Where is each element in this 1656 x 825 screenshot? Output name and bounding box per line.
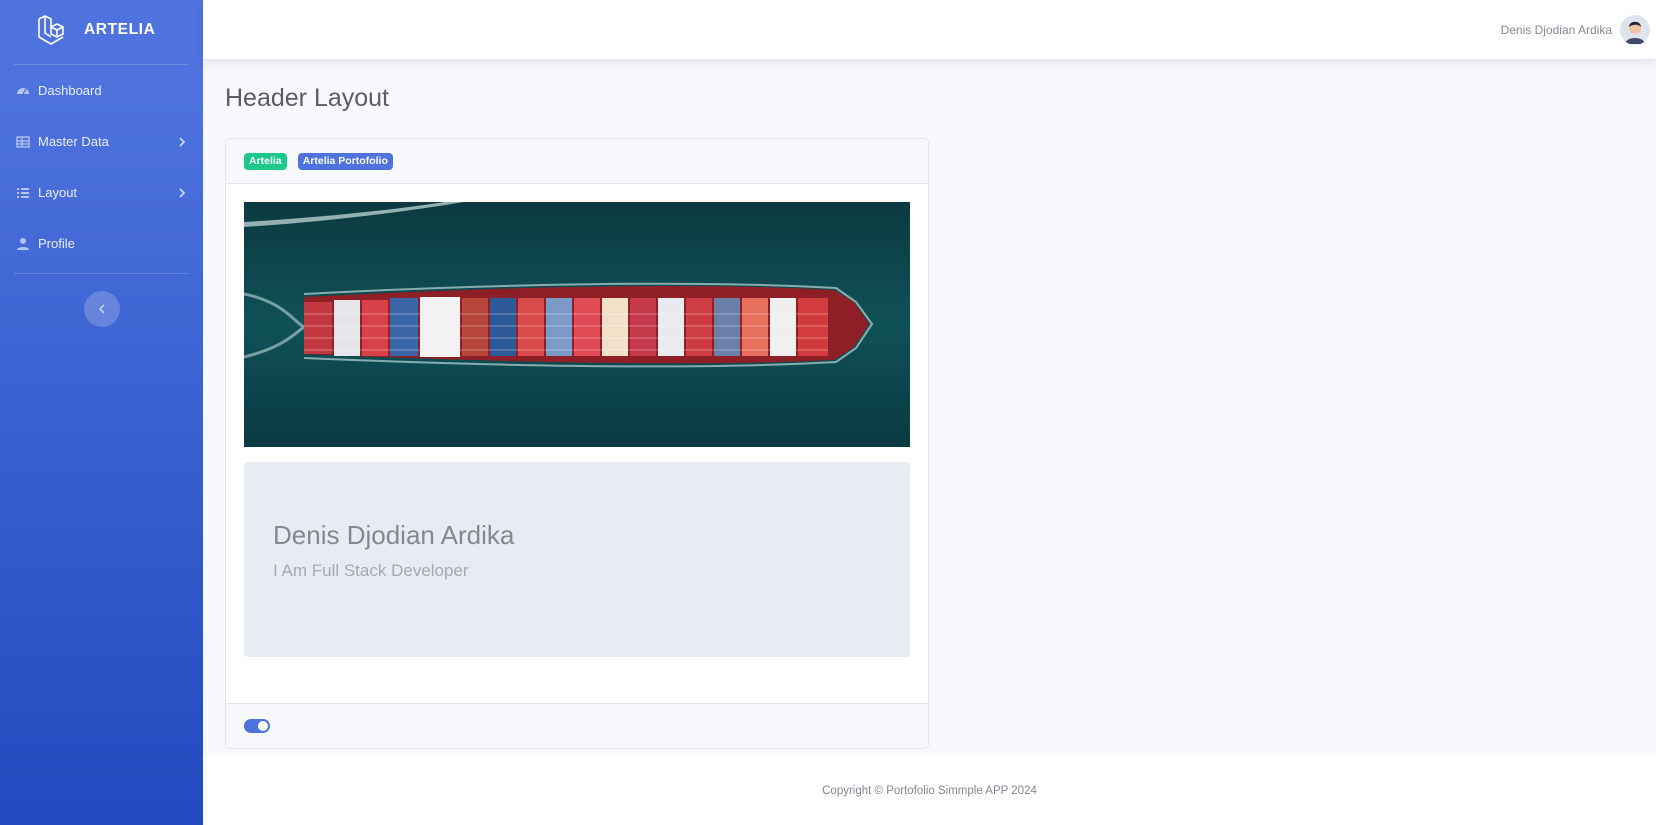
avatar xyxy=(1620,15,1650,45)
brand[interactable]: ARTELIA xyxy=(0,0,203,60)
chevron-right-icon xyxy=(179,136,186,147)
table-icon xyxy=(16,135,30,149)
sidebar: ARTELIA Dashboard Master Data Layout Pro… xyxy=(0,0,203,825)
container-ship-aerial-image xyxy=(244,202,910,447)
sidebar-item-master-data[interactable]: Master Data xyxy=(0,116,203,167)
card-header: Artelia Artelia Portofolio xyxy=(226,139,928,184)
user-icon xyxy=(16,237,30,251)
gauge-icon xyxy=(16,84,30,98)
sidebar-item-dashboard[interactable]: Dashboard xyxy=(0,65,203,116)
jumbotron-subtitle: I Am Full Stack Developer xyxy=(273,561,469,580)
user-name: Denis Djodian Ardika xyxy=(1500,23,1612,37)
chevron-right-icon xyxy=(179,187,186,198)
jumbotron-title: Denis Djodian Ardika xyxy=(273,520,515,550)
sidebar-item-label: Master Data xyxy=(38,134,109,149)
header-toggle-switch[interactable] xyxy=(244,719,270,733)
badge-artelia: Artelia xyxy=(244,152,287,170)
page-title: Header Layout xyxy=(225,84,390,112)
list-icon xyxy=(16,186,30,200)
badge-artelia-portofolio: Artelia Portofolio xyxy=(297,152,393,170)
user-dropdown[interactable]: Denis Djodian Ardika xyxy=(1501,15,1650,45)
card-body: Denis Djodian Ardika I Am Full Stack Dev… xyxy=(226,184,928,703)
header-layout-card: Artelia Artelia Portofolio Denis Djodian… xyxy=(225,138,929,749)
copyright-text: Copyright © Portofolio Simmple APP 2024 xyxy=(822,784,1037,797)
page-footer: Copyright © Portofolio Simmple APP 2024 xyxy=(203,756,1656,825)
topbar: Denis Djodian Ardika xyxy=(203,0,1656,60)
sidebar-item-label: Dashboard xyxy=(38,83,102,98)
laravel-logo-icon xyxy=(38,15,64,45)
brand-name: ARTELIA xyxy=(84,21,156,38)
sidebar-item-label: Profile xyxy=(38,236,75,251)
sidebar-item-layout[interactable]: Layout xyxy=(0,167,203,218)
sidebar-item-profile[interactable]: Profile xyxy=(0,218,203,269)
switch-knob xyxy=(258,721,268,731)
jumbotron: Denis Djodian Ardika I Am Full Stack Dev… xyxy=(244,462,910,657)
sidebar-item-label: Layout xyxy=(38,185,78,200)
card-footer xyxy=(226,703,928,748)
chevron-left-icon xyxy=(98,304,105,314)
sidebar-toggle-wrap xyxy=(0,274,203,327)
sidebar-toggle-button[interactable] xyxy=(83,291,120,327)
